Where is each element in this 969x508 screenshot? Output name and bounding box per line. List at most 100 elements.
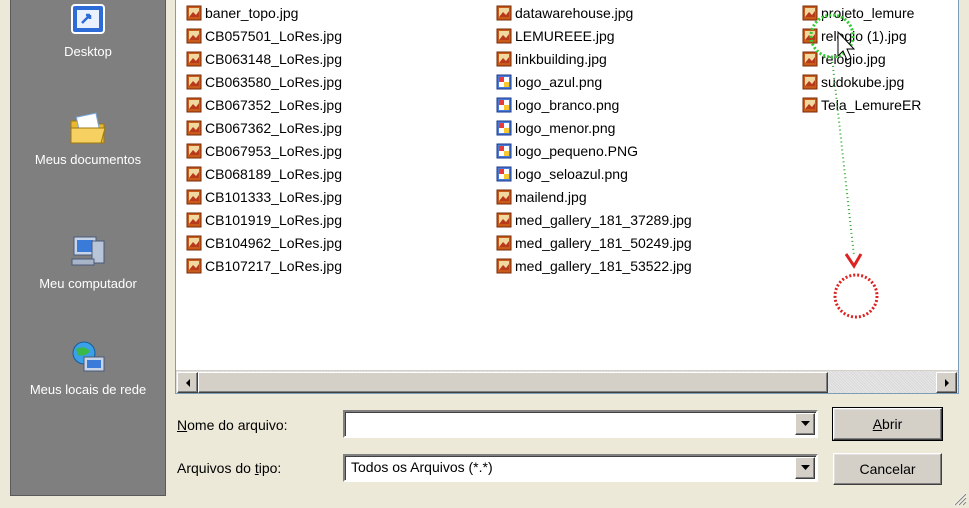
file-name: CB101333_LoRes.jpg bbox=[205, 188, 342, 205]
place-my-computer[interactable]: Meu computador bbox=[11, 233, 165, 292]
file-item[interactable]: med_gallery_181_53522.jpg bbox=[492, 254, 792, 277]
jpg-file-icon bbox=[186, 28, 202, 43]
file-item[interactable]: CB063148_LoRes.jpg bbox=[182, 47, 482, 70]
jpg-file-icon bbox=[186, 51, 202, 66]
file-item[interactable]: LEMUREEE.jpg bbox=[492, 24, 792, 47]
place-label: Desktop bbox=[64, 44, 112, 59]
jpg-file-icon bbox=[802, 28, 818, 43]
file-item[interactable]: relogio (1).jpg bbox=[798, 24, 958, 47]
file-item[interactable]: CB068189_LoRes.jpg bbox=[182, 162, 482, 185]
filetype-label: Arquivos do tipo: bbox=[177, 460, 282, 476]
file-name: CB068189_LoRes.jpg bbox=[205, 165, 342, 182]
file-item[interactable]: CB067953_LoRes.jpg bbox=[182, 139, 482, 162]
filetype-select[interactable]: Todos os Arquivos (*.*) bbox=[343, 454, 818, 482]
file-item[interactable]: logo_menor.png bbox=[492, 116, 792, 139]
file-item[interactable]: Tela_LemureER bbox=[798, 93, 958, 116]
png-file-icon bbox=[496, 74, 512, 89]
scroll-right-button[interactable] bbox=[936, 372, 957, 393]
jpg-file-icon bbox=[186, 120, 202, 135]
file-item[interactable]: med_gallery_181_50249.jpg bbox=[492, 231, 792, 254]
jpg-file-icon bbox=[186, 143, 202, 158]
filename-input[interactable] bbox=[343, 410, 818, 438]
horizontal-scrollbar[interactable] bbox=[176, 370, 958, 393]
file-item[interactable]: linkbuilding.jpg bbox=[492, 47, 792, 70]
file-list[interactable]: baner_topo.jpg CB057501_LoRes.jpg CB063148… bbox=[175, 0, 959, 394]
folder-documents-icon bbox=[70, 112, 106, 144]
file-name: CB063148_LoRes.jpg bbox=[205, 50, 342, 67]
png-file-icon bbox=[496, 120, 512, 135]
jpg-file-icon bbox=[802, 51, 818, 66]
file-name: CB101919_LoRes.jpg bbox=[205, 211, 342, 228]
filename-label: Nome do arquivo: bbox=[177, 417, 288, 433]
place-network[interactable]: Meus locais de rede bbox=[11, 339, 165, 398]
file-column-1: baner_topo.jpg CB057501_LoRes.jpg CB063148… bbox=[182, 1, 482, 277]
file-name: projeto_lemure bbox=[821, 4, 915, 21]
place-my-documents[interactable]: Meus documentos bbox=[11, 109, 165, 168]
jpg-file-icon bbox=[496, 258, 512, 273]
file-name: med_gallery_181_53522.jpg bbox=[515, 257, 692, 274]
jpg-file-icon bbox=[496, 51, 512, 66]
place-label: Meus locais de rede bbox=[29, 382, 147, 397]
file-item[interactable]: logo_azul.png bbox=[492, 70, 792, 93]
file-name: logo_branco.png bbox=[515, 96, 620, 113]
jpg-file-icon bbox=[496, 189, 512, 204]
file-item[interactable]: CB067362_LoRes.jpg bbox=[182, 116, 482, 139]
jpg-file-icon bbox=[802, 74, 818, 89]
scrollbar-thumb[interactable] bbox=[198, 372, 828, 393]
file-name: CB107217_LoRes.jpg bbox=[205, 257, 342, 274]
computer-icon bbox=[71, 236, 105, 266]
places-bar: Desktop Meus documentos Meu computador M… bbox=[10, 0, 166, 496]
chevron-down-icon bbox=[800, 421, 810, 426]
file-item[interactable]: CB067352_LoRes.jpg bbox=[182, 93, 482, 116]
place-desktop[interactable]: Desktop bbox=[11, 1, 165, 60]
arrow-left-icon bbox=[185, 378, 190, 387]
file-name: baner_topo.jpg bbox=[205, 4, 299, 21]
jpg-file-icon bbox=[802, 97, 818, 112]
png-file-icon bbox=[496, 97, 512, 112]
png-file-icon bbox=[496, 166, 512, 181]
cancel-button[interactable]: Cancelar bbox=[833, 453, 942, 485]
file-item[interactable]: CB104962_LoRes.jpg bbox=[182, 231, 482, 254]
jpg-file-icon bbox=[186, 97, 202, 112]
file-name: datawarehouse.jpg bbox=[515, 4, 634, 21]
file-item[interactable]: baner_topo.jpg bbox=[182, 1, 482, 24]
place-label: Meu computador bbox=[39, 276, 137, 291]
file-name: relogio.jpg bbox=[821, 50, 886, 67]
jpg-file-icon bbox=[496, 212, 512, 227]
jpg-file-icon bbox=[186, 166, 202, 181]
file-item[interactable]: med_gallery_181_37289.jpg bbox=[492, 208, 792, 231]
jpg-file-icon bbox=[186, 5, 202, 20]
network-icon bbox=[72, 341, 105, 372]
file-item[interactable]: relogio.jpg bbox=[798, 47, 958, 70]
file-name: CB104962_LoRes.jpg bbox=[205, 234, 342, 251]
file-item[interactable]: datawarehouse.jpg bbox=[492, 1, 792, 24]
file-name: logo_menor.png bbox=[515, 119, 616, 136]
file-column-3: projeto_lemurerelogio (1).jpg relogio.jpg… bbox=[798, 1, 958, 116]
resize-grip-icon[interactable] bbox=[953, 492, 967, 506]
file-item[interactable]: mailend.jpg bbox=[492, 185, 792, 208]
filetype-dropdown-button[interactable] bbox=[795, 457, 815, 479]
file-name: med_gallery_181_50249.jpg bbox=[515, 234, 692, 251]
jpg-file-icon bbox=[186, 74, 202, 89]
file-name: sudokube.jpg bbox=[821, 73, 905, 90]
file-item[interactable]: CB107217_LoRes.jpg bbox=[182, 254, 482, 277]
file-name: CB067352_LoRes.jpg bbox=[205, 96, 342, 113]
file-item[interactable]: projeto_lemure bbox=[798, 1, 958, 24]
file-column-2: datawarehouse.jpg LEMUREEE.jpg linkbuildin… bbox=[492, 1, 792, 277]
file-item[interactable]: CB101919_LoRes.jpg bbox=[182, 208, 482, 231]
scroll-left-button[interactable] bbox=[177, 372, 198, 393]
file-item[interactable]: sudokube.jpg bbox=[798, 70, 958, 93]
file-name: CB067953_LoRes.jpg bbox=[205, 142, 342, 159]
file-name: CB067362_LoRes.jpg bbox=[205, 119, 342, 136]
file-name: CB063580_LoRes.jpg bbox=[205, 73, 342, 90]
file-item[interactable]: logo_seloazul.png bbox=[492, 162, 792, 185]
file-item[interactable]: CB063580_LoRes.jpg bbox=[182, 70, 482, 93]
open-button[interactable]: Abrir bbox=[832, 407, 943, 441]
filename-dropdown-button[interactable] bbox=[795, 413, 815, 435]
arrow-right-icon bbox=[944, 378, 949, 387]
file-item[interactable]: CB101333_LoRes.jpg bbox=[182, 185, 482, 208]
file-item[interactable]: logo_pequeno.PNG bbox=[492, 139, 792, 162]
file-item[interactable]: logo_branco.png bbox=[492, 93, 792, 116]
file-item[interactable]: CB057501_LoRes.jpg bbox=[182, 24, 482, 47]
jpg-file-icon bbox=[496, 5, 512, 20]
